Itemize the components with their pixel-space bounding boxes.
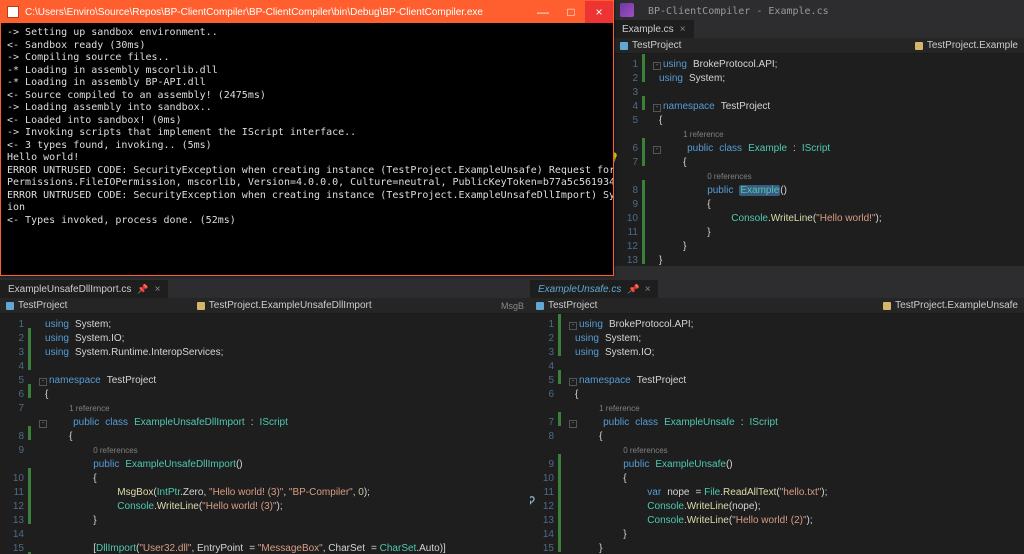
code-text[interactable]: -using BrokeProtocol.API; using System; … xyxy=(561,314,1024,554)
tab-label: ExampleUnsafe.cs xyxy=(538,284,621,295)
pin-icon[interactable]: 📌 xyxy=(627,284,638,295)
breadcrumb-row: TestProject TestProject.ExampleUnsafeDll… xyxy=(0,298,530,314)
code-area[interactable]: 1234567891011121314 -using BrokeProtocol… xyxy=(614,54,1024,266)
console-titlebar[interactable]: C:\Users\Enviro\Source\Repos\BP-ClientCo… xyxy=(1,1,613,23)
window-controls: — □ × xyxy=(529,1,613,23)
breadcrumb-left[interactable]: TestProject xyxy=(536,300,597,311)
class-icon xyxy=(883,302,891,310)
pin-icon[interactable]: 📌 xyxy=(137,284,148,295)
tab-row: ExampleUnsafe.cs 📌 × xyxy=(530,280,1024,298)
project-icon xyxy=(620,42,628,50)
lightbulb-icon[interactable] xyxy=(614,152,619,164)
crumb-text: TestProject.Example xyxy=(927,40,1018,51)
vs-title-text: BP-ClientCompiler - Example.cs xyxy=(640,1,1024,19)
vs-title-bar: BP-ClientCompiler - Example.cs xyxy=(614,0,1024,20)
minimize-button[interactable]: — xyxy=(529,1,557,23)
tab-close-icon[interactable]: × xyxy=(645,284,651,295)
close-button[interactable]: × xyxy=(585,1,613,23)
tab-close-icon[interactable]: × xyxy=(155,284,161,295)
console-title-text: C:\Users\Enviro\Source\Repos\BP-ClientCo… xyxy=(25,7,529,18)
tab-label: ExampleUnsafeDllImport.cs xyxy=(8,284,131,295)
breadcrumb-right[interactable]: TestProject.ExampleUnsafeDllImport xyxy=(197,300,372,311)
vs-icon xyxy=(620,3,634,17)
line-gutter: 1234567891011121314151617 xyxy=(530,314,558,554)
editor-panel-unsafe: ExampleUnsafe.cs 📌 × TestProject TestPro… xyxy=(530,280,1024,554)
tab-row: Example.cs × xyxy=(614,20,1024,38)
breadcrumb-row: TestProject TestProject.ExampleUnsafe xyxy=(530,298,1024,314)
tab-label: Example.cs xyxy=(622,24,674,35)
project-icon xyxy=(6,302,14,310)
tab-unsafe[interactable]: ExampleUnsafe.cs 📌 × xyxy=(530,280,658,298)
console-output[interactable]: -> Setting up sandbox environment.. <- S… xyxy=(1,23,613,231)
class-icon xyxy=(197,302,205,310)
crumb-text: TestProject.ExampleUnsafeDllImport xyxy=(209,300,372,311)
breadcrumb-left[interactable]: TestProject xyxy=(620,40,681,51)
tab-example[interactable]: Example.cs × xyxy=(614,20,694,38)
class-icon xyxy=(915,42,923,50)
console-icon xyxy=(7,6,19,18)
line-gutter: 1234567891011121314151617181920 xyxy=(0,314,28,554)
crumb-text: TestProject xyxy=(548,300,597,311)
crumb-text: TestProject xyxy=(18,300,67,311)
editor-panel-dllimport: ExampleUnsafeDllImport.cs 📌 × TestProjec… xyxy=(0,280,530,554)
console-window: C:\Users\Enviro\Source\Repos\BP-ClientCo… xyxy=(0,0,614,276)
code-text[interactable]: using System; using System.IO; using Sys… xyxy=(31,314,530,554)
crumb-text: TestProject xyxy=(632,40,681,51)
maximize-button[interactable]: □ xyxy=(557,1,585,23)
breadcrumb-row: TestProject TestProject.Example xyxy=(614,38,1024,54)
editor-panel-example: Example.cs × TestProject TestProject.Exa… xyxy=(614,20,1024,266)
chain-icon[interactable]: 🔗 xyxy=(530,496,535,508)
code-area[interactable]: 1234567891011121314151617 -using BrokePr… xyxy=(530,314,1024,554)
tab-close-icon[interactable]: × xyxy=(680,24,686,35)
breadcrumb-right[interactable]: TestProject.Example xyxy=(915,40,1018,51)
code-text[interactable]: -using BrokeProtocol.API; using System; … xyxy=(645,54,1024,266)
crumb-text: TestProject.ExampleUnsafe xyxy=(895,300,1018,311)
tab-dllimport[interactable]: ExampleUnsafeDllImport.cs 📌 × xyxy=(0,280,168,298)
breadcrumb-method[interactable]: MsgB xyxy=(501,301,524,311)
project-icon xyxy=(536,302,544,310)
breadcrumb-left[interactable]: TestProject xyxy=(6,300,67,311)
breadcrumb-right[interactable]: TestProject.ExampleUnsafe xyxy=(883,300,1018,311)
code-area[interactable]: 1234567891011121314151617181920 using Sy… xyxy=(0,314,530,554)
tab-row: ExampleUnsafeDllImport.cs 📌 × xyxy=(0,280,530,298)
